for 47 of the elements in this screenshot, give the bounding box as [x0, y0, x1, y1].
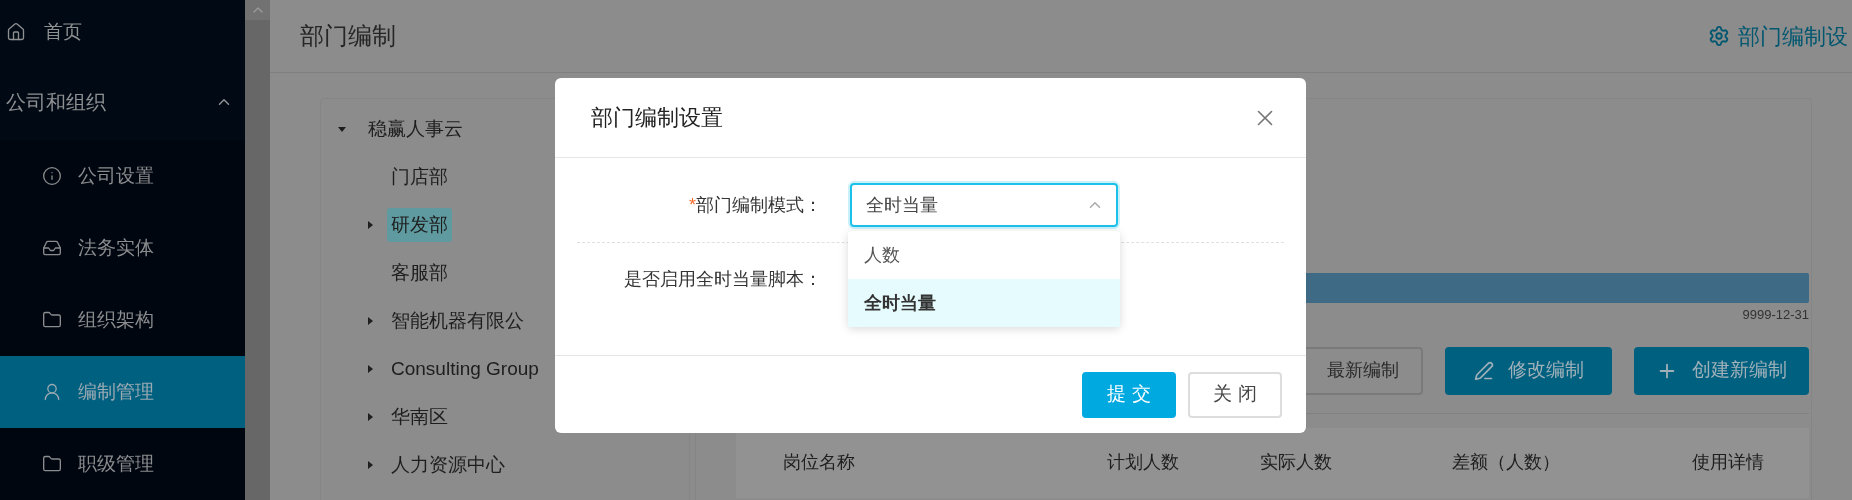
column-header: 岗位名称: [783, 451, 856, 474]
caret-right-icon[interactable]: [365, 364, 375, 374]
tree-node[interactable]: 人力资源中心: [387, 447, 509, 483]
field-label: 是否启用全时当量脚本：: [623, 267, 822, 291]
menu-icon: [42, 382, 62, 402]
mode-select[interactable]: 全时当量: [850, 183, 1118, 227]
menu-item[interactable]: 首页: [0, 0, 245, 64]
dialog-button[interactable]: 关 闭: [1188, 371, 1282, 418]
dialog-button[interactable]: 提 交: [1082, 371, 1176, 418]
date-label: 9999-12-31: [1742, 306, 1809, 324]
tree-node[interactable]: 门店部: [387, 159, 452, 195]
caret-right-icon[interactable]: [365, 316, 375, 326]
scrollbar[interactable]: [245, 0, 270, 500]
page-title: 部门编制: [300, 21, 396, 51]
dialog-title: 部门编制设置: [591, 104, 723, 132]
tree-node[interactable]: 客服部: [387, 255, 452, 291]
field-label: *部门编制模式：: [688, 193, 822, 217]
tree-node[interactable]: 智能机器有限公: [387, 303, 528, 339]
action-button[interactable]: 修改编制: [1445, 346, 1612, 395]
tree-node[interactable]: 华南区: [387, 399, 452, 435]
dropdown-option[interactable]: 全时当量: [848, 279, 1120, 327]
settings-icon: [1708, 25, 1730, 47]
menu-item[interactable]: 组织架构: [0, 284, 245, 356]
menu-icon: [42, 454, 62, 474]
tree-node[interactable]: 研发部: [387, 207, 452, 243]
column-header: 实际人数: [1260, 451, 1333, 474]
menu-icon: [42, 310, 62, 330]
menu-icon: [42, 166, 62, 186]
menu-item[interactable]: 公司设置: [0, 140, 245, 212]
home-icon: [6, 22, 26, 42]
tree-node[interactable]: Consulting Group: [387, 351, 543, 387]
caret-right-icon[interactable]: [365, 412, 375, 422]
menu-item[interactable]: 编制管理: [0, 356, 245, 428]
menu-group[interactable]: 公司和组织: [0, 64, 245, 140]
caret-right-icon[interactable]: [365, 220, 375, 230]
column-header: 计划人数: [1107, 451, 1180, 474]
menu-item[interactable]: 法务实体: [0, 212, 245, 284]
menu-icon: [42, 238, 62, 258]
menu-item[interactable]: 职级管理: [0, 428, 245, 500]
column-header: 使用详情: [1692, 451, 1765, 474]
action-button[interactable]: 创建新编制: [1634, 346, 1809, 395]
caret-down-icon[interactable]: [337, 124, 347, 134]
tree-node[interactable]: 稳赢人事云: [363, 112, 468, 146]
dropdown-option[interactable]: 人数: [848, 231, 1120, 279]
caret-right-icon[interactable]: [365, 460, 375, 470]
pencil-icon: [1473, 360, 1494, 381]
column-header: 差额（人数）: [1452, 451, 1561, 474]
